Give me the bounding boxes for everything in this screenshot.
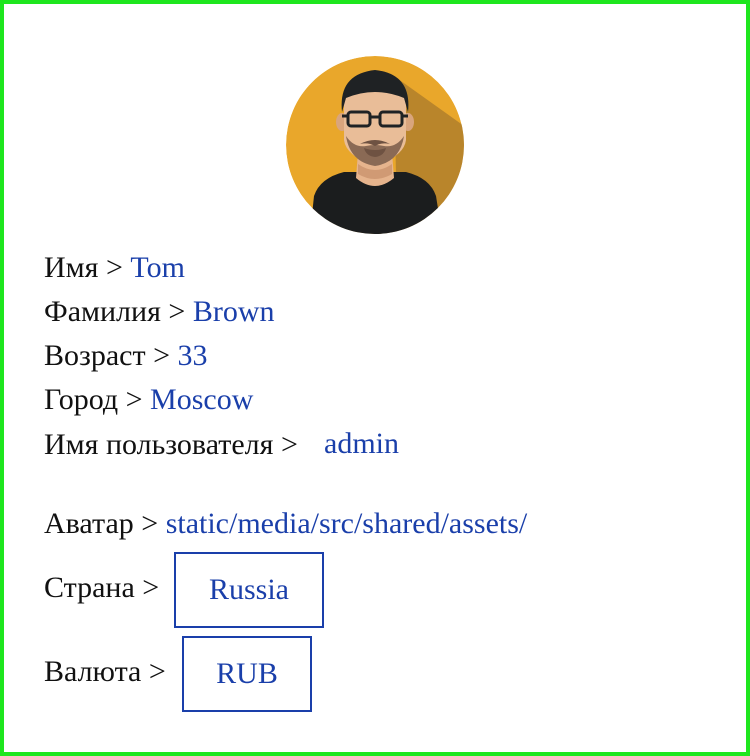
currency-select[interactable]: RUB	[182, 636, 312, 712]
country-select[interactable]: Russia	[174, 552, 324, 628]
avatar-path-label: Аватар >	[44, 507, 159, 540]
username-label: Имя пользователя >	[44, 428, 298, 461]
city-label: Город >	[44, 383, 143, 416]
last-name-value: Brown	[192, 295, 275, 328]
avatar-path-value: static/media/src/shared/assets/	[165, 507, 528, 540]
city-row: Город > Moscow	[44, 383, 253, 417]
age-label: Возраст >	[44, 339, 171, 372]
currency-row: Валюта > RUB	[44, 636, 312, 712]
age-row: Возраст > 33	[44, 339, 208, 373]
country-label: Страна >	[44, 571, 160, 604]
username-value: admin	[324, 427, 399, 460]
country-select-value: Russia	[208, 573, 289, 606]
user-avatar-icon	[286, 56, 464, 234]
last-name-label: Фамилия >	[44, 295, 186, 328]
username-row: Имя пользователя > admin	[44, 427, 399, 463]
city-value: Moscow	[150, 383, 254, 416]
country-row: Страна > Russia	[44, 552, 324, 628]
avatar-path-row: Аватар > static/media/src/shared/assets/	[44, 507, 527, 541]
last-name-row: Фамилия > Brown	[44, 295, 274, 329]
currency-label: Валюта >	[44, 655, 166, 688]
first-name-label: Имя >	[44, 251, 123, 284]
first-name-value: Tom	[130, 251, 185, 284]
age-value: 33	[177, 339, 208, 372]
currency-select-value: RUB	[216, 657, 278, 690]
first-name-row: Имя > Tom	[44, 251, 185, 285]
